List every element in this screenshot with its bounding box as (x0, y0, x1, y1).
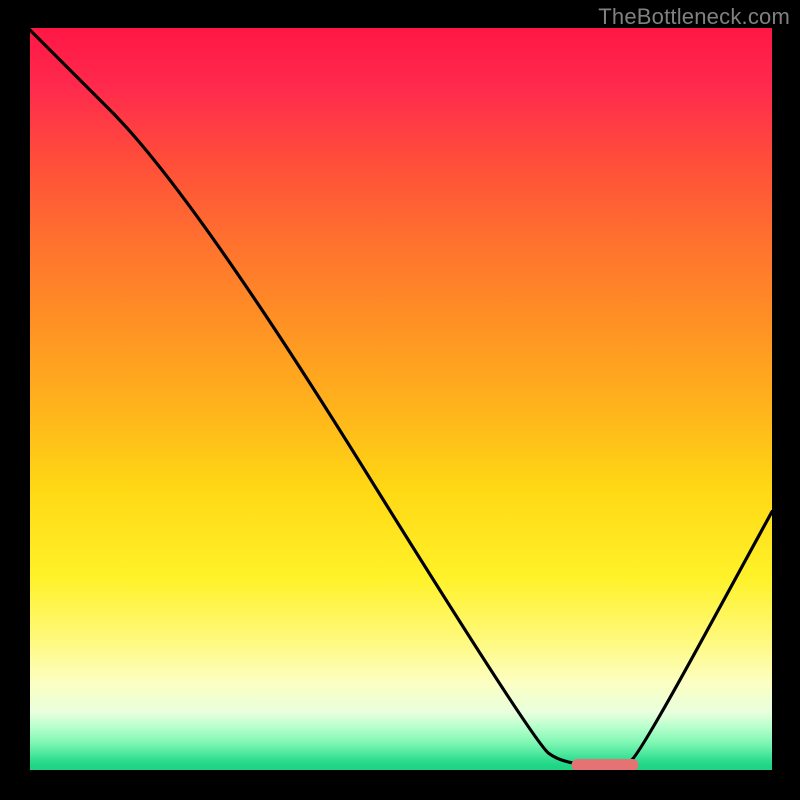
bottleneck-curve-path (28, 28, 772, 765)
chart-container: TheBottleneck.com (0, 0, 800, 800)
watermark-label: TheBottleneck.com (598, 4, 790, 30)
plot-area (28, 28, 772, 772)
curve-svg (28, 28, 772, 772)
optimal-marker (571, 759, 638, 771)
